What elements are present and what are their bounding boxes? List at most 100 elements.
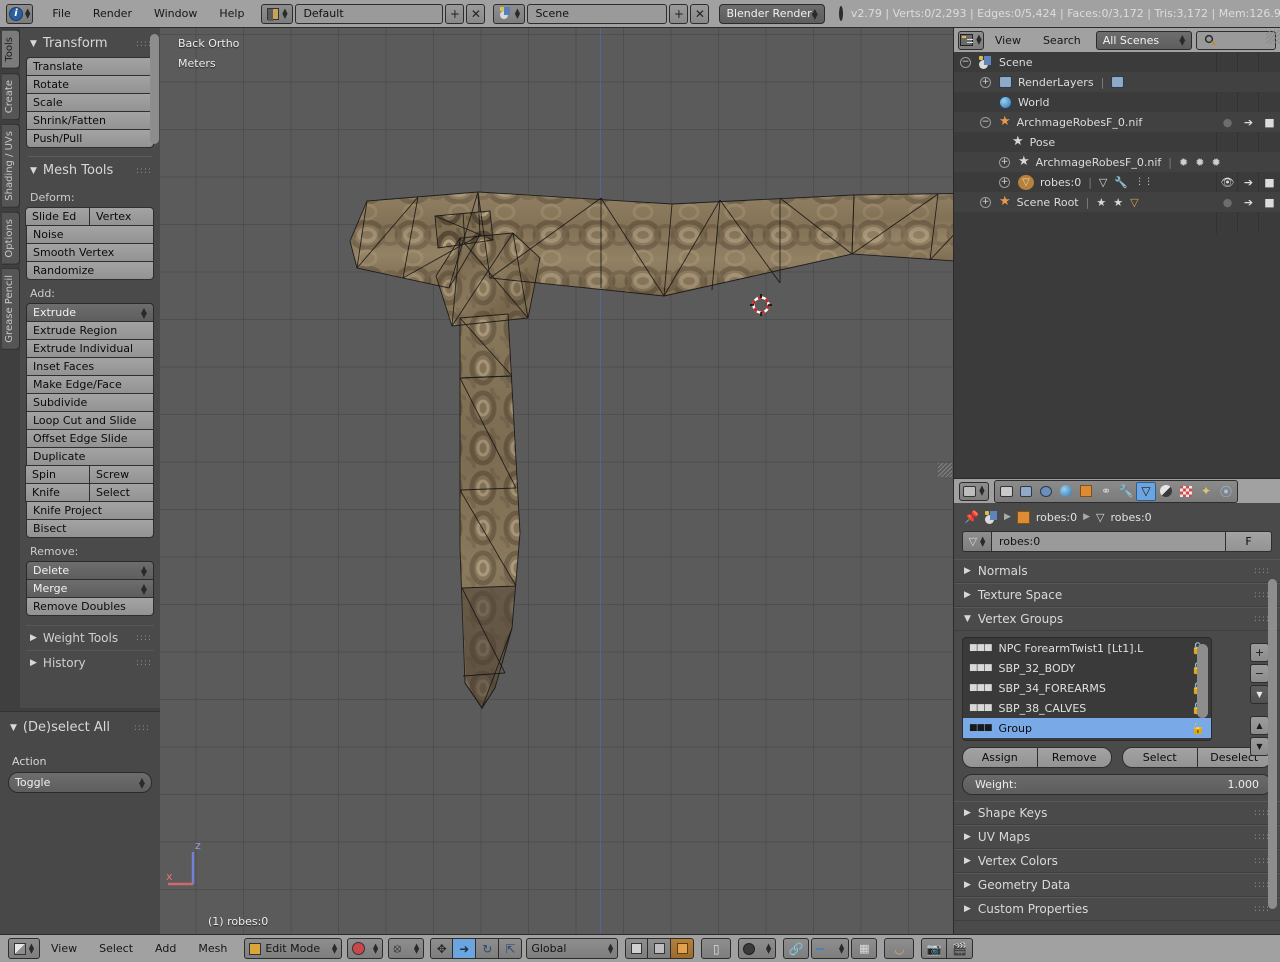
vertex-group-item-selected[interactable]: ■■■ Group 🔓 — [963, 718, 1211, 738]
assign-button[interactable]: Assign — [962, 747, 1038, 768]
tool-shelf-scrollbar[interactable] — [150, 34, 159, 144]
outliner-display-mode-dropdown[interactable]: All Scenes ▲ ▼ — [1095, 30, 1193, 50]
rotate-button[interactable]: Rotate — [26, 75, 154, 94]
3d-viewport[interactable]: Back Ortho Meters (1) robes:0 z x — [160, 28, 953, 934]
knife-project-button[interactable]: Knife Project — [26, 501, 154, 520]
offset-edge-slide-button[interactable]: Offset Edge Slide — [26, 429, 154, 448]
outliner-menu-view[interactable]: View — [984, 34, 1032, 47]
tab-options[interactable]: Options — [2, 211, 20, 265]
delete-scene-button[interactable]: ✕ — [690, 3, 710, 24]
mesh-data-icon[interactable]: ▽ — [1099, 176, 1107, 189]
shrink-fatten-button[interactable]: Shrink/Fatten — [26, 111, 154, 130]
pin-icon[interactable]: 📌 — [964, 510, 979, 524]
smooth-vertex-button[interactable]: Smooth Vertex — [26, 243, 154, 262]
vertex-group-item[interactable]: ■■■ SBP_34_FOREARMS 🔓 — [963, 678, 1211, 698]
expand-plus-icon[interactable]: + — [980, 196, 991, 208]
add-scene-button[interactable]: + — [669, 3, 689, 24]
outliner-search-input[interactable] — [1196, 30, 1276, 50]
tab-material-icon[interactable] — [1156, 482, 1176, 501]
tab-world-icon[interactable] — [1056, 482, 1076, 501]
mesh-tools-panel-header[interactable]: ▼ Mesh Tools :::: — [26, 159, 154, 184]
spin-button[interactable]: Spin — [25, 465, 90, 484]
manipulator-toggle-button[interactable]: ✥ — [430, 938, 454, 959]
area-corner-grip[interactable] — [938, 463, 952, 477]
delete-dropdown[interactable]: Delete ▲ ▼ — [26, 561, 154, 580]
tab-render-layers-icon[interactable] — [1016, 482, 1036, 501]
bone-icon[interactable]: ✹ — [1195, 156, 1204, 169]
mesh-data-icon[interactable]: ▽ — [1130, 196, 1138, 209]
tab-object-icon[interactable] — [1076, 482, 1096, 501]
collapse-minus-icon[interactable]: − — [980, 116, 991, 128]
push-pull-button[interactable]: Push/Pull — [26, 129, 154, 148]
vertex-slide-button[interactable]: Vertex — [89, 207, 154, 226]
subdivide-button[interactable]: Subdivide — [26, 393, 154, 412]
render-image-button[interactable]: 📷 — [921, 938, 948, 959]
tab-particles-icon[interactable]: ✦ — [1196, 482, 1216, 501]
extrude-dropdown[interactable]: Extrude ▲ ▼ — [26, 303, 154, 322]
panel-custom-properties[interactable]: ▶ Custom Properties :::: — [954, 897, 1280, 921]
mesh-object-robes[interactable] — [160, 28, 953, 934]
panel-texture-space[interactable]: ▶ Texture Space :::: — [954, 583, 1280, 607]
add-row-icon[interactable]: ⊕ — [969, 739, 977, 740]
panel-uv-maps[interactable]: ▶ UV Maps :::: — [954, 825, 1280, 849]
translate-manipulator-button[interactable]: ➜ — [453, 938, 477, 959]
outliner-row-archmagerobes-armature[interactable]: + ★ ArchmageRobesF_0.nif | ✹ ✹ ✹ — [954, 152, 1280, 172]
tab-render-icon[interactable] — [996, 482, 1016, 501]
select-button[interactable]: Select — [1122, 747, 1198, 768]
outliner-row-renderlayers[interactable]: + RenderLayers | — [954, 72, 1280, 92]
tab-constraints-icon[interactable]: ⚭ — [1096, 482, 1116, 501]
uv-sync-button[interactable]: ◡ — [884, 938, 915, 959]
vertex-group-list[interactable]: ■■■ NPC ForearmTwist1 [Lt1].L 🔓 ■■■ SBP_… — [962, 637, 1212, 741]
viewport-menu-mesh[interactable]: Mesh — [187, 942, 238, 955]
tab-grease-pencil[interactable]: Grease Pencil — [2, 268, 20, 350]
render-animation-button[interactable]: 🎬 — [947, 938, 974, 959]
knife-select-button[interactable]: Select — [89, 483, 154, 502]
breadcrumb-object-name[interactable]: robes:0 — [1036, 511, 1077, 524]
restrict-view-icon[interactable]: ● — [1217, 112, 1238, 132]
modifier-wrench-icon[interactable]: 🔧 — [1114, 176, 1128, 189]
tab-scene-icon[interactable] — [1036, 482, 1056, 501]
outliner-row-robes-mesh[interactable]: + ▽ robes:0 | ▽ 🔧 ⋮⋮ 👁 ➔ ■ — [954, 172, 1280, 192]
tab-object-data-icon[interactable]: ▽ — [1136, 481, 1156, 501]
remove-vertex-group-button[interactable]: − — [1250, 664, 1269, 683]
outliner-row-scene[interactable]: − Scene — [954, 52, 1280, 72]
restrict-select-icon[interactable]: ➔ — [1238, 112, 1259, 132]
scale-manipulator-button[interactable]: ⇱ — [499, 938, 523, 959]
area-corner-grip[interactable] — [1266, 30, 1280, 44]
tab-tools[interactable]: Tools — [2, 30, 20, 69]
vertex-group-item[interactable]: ■■■ SBP_32_BODY 🔓 — [963, 658, 1211, 678]
viewport-shading-dropdown[interactable]: ▲ ▼ — [347, 938, 384, 959]
noise-button[interactable]: Noise — [26, 225, 154, 244]
snap-target-button[interactable]: ▦ — [851, 938, 878, 959]
restrict-render-icon[interactable]: ■ — [1259, 192, 1280, 212]
vertex-group-list-scrollbar[interactable] — [1197, 644, 1208, 718]
restrict-view-icon[interactable]: ● — [1217, 192, 1238, 212]
weight-slider[interactable]: Weight: 1.000 — [962, 774, 1272, 795]
edge-select-mode-button[interactable] — [648, 938, 672, 959]
viewport-menu-select[interactable]: Select — [88, 942, 144, 955]
inset-faces-button[interactable]: Inset Faces — [26, 357, 154, 376]
vertex-group-item[interactable]: ■■■ SBP_38_CALVES 🔓 — [963, 698, 1211, 718]
bisect-button[interactable]: Bisect — [26, 519, 154, 538]
scene-field[interactable]: Scene — [527, 3, 668, 24]
viewport-menu-view[interactable]: View — [40, 942, 88, 955]
transform-orientation-dropdown[interactable]: Global ▲ ▼ — [526, 938, 619, 959]
face-select-mode-button[interactable] — [671, 938, 695, 959]
menu-window[interactable]: Window — [143, 7, 208, 20]
properties-editor-type-button[interactable]: ▲ ▼ — [959, 481, 989, 501]
randomize-button[interactable]: Randomize — [26, 261, 154, 280]
interaction-mode-dropdown[interactable]: Edit Mode ▲ ▼ — [244, 938, 343, 959]
outliner-row-pose[interactable]: ★ Pose — [954, 132, 1280, 152]
add-screen-layout-button[interactable]: + — [445, 3, 465, 24]
lock-icon[interactable]: 🔓 — [1191, 722, 1205, 735]
panel-shape-keys[interactable]: ▶ Shape Keys :::: — [954, 801, 1280, 825]
collapse-minus-icon[interactable]: − — [960, 56, 971, 68]
mesh-datablock-name-input[interactable]: robes:0 — [992, 531, 1225, 552]
history-panel-header[interactable]: ▶ History :::: — [26, 650, 154, 675]
menu-render[interactable]: Render — [82, 7, 143, 20]
tab-modifiers-icon[interactable]: 🔧 — [1116, 482, 1136, 501]
vertex-group-item[interactable]: ■■■ NPC ForearmTwist1 [Lt1].L 🔓 — [963, 638, 1211, 658]
extrude-region-button[interactable]: Extrude Region — [26, 321, 154, 340]
rotate-manipulator-button[interactable]: ↻ — [476, 938, 500, 959]
bone-icon[interactable]: ✹ — [1179, 156, 1188, 169]
